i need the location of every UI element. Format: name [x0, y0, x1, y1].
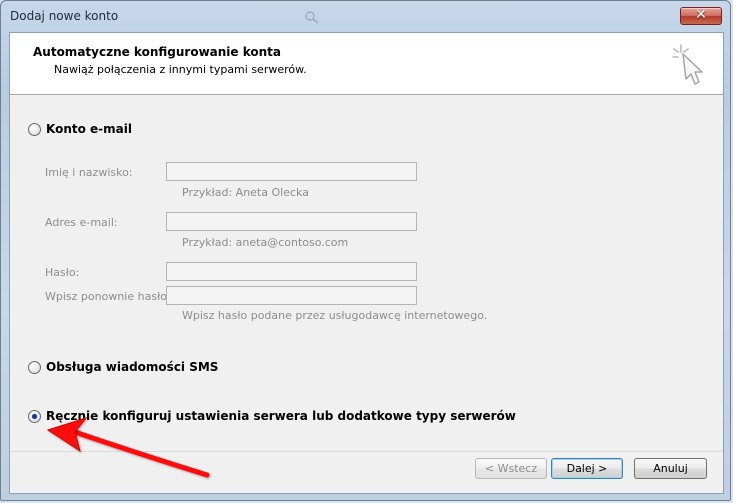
repeat-password-input[interactable]: [166, 286, 417, 305]
manual-configuration-label: Ręcznie konfiguruj ustawienia serwera lu…: [46, 409, 516, 423]
sms-option[interactable]: Obsługa wiadomości SMS: [28, 360, 218, 374]
title-bar: Dodaj nowe konto ✕: [1, 1, 730, 31]
dialog-content: Automatyczne konfigurowanie konta Nawiąż…: [9, 32, 724, 494]
back-button[interactable]: < Wstecz: [475, 458, 547, 479]
close-button[interactable]: ✕: [680, 7, 722, 25]
cancel-button[interactable]: Anuluj: [634, 458, 707, 479]
manual-configuration-option[interactable]: Ręcznie konfiguruj ustawienia serwera lu…: [28, 409, 516, 423]
name-hint: Przykład: Aneta Olecka: [182, 186, 309, 199]
window-title: Dodaj nowe konto: [10, 9, 119, 23]
name-label: Imię i nazwisko:: [45, 166, 133, 179]
password-label: Hasło:: [45, 266, 80, 279]
wizard-header: Automatyczne konfigurowanie konta Nawiąż…: [10, 33, 723, 95]
name-input[interactable]: [166, 162, 417, 181]
password-input[interactable]: [166, 262, 417, 281]
close-icon: ✕: [695, 7, 707, 23]
password-hint: Wpisz hasło podane przez usługodawcę int…: [182, 309, 488, 322]
email-account-radio[interactable]: [28, 122, 41, 136]
email-address-hint: Przykład: aneta@contoso.com: [182, 236, 349, 249]
page-title: Automatyczne konfigurowanie konta: [33, 45, 281, 59]
cursor-sparkle-icon: [671, 41, 707, 87]
email-address-label: Adres e-mail:: [45, 216, 118, 229]
sms-radio[interactable]: [28, 360, 41, 374]
page-subtitle: Nawiąż połączenia z innymi typami serwer…: [54, 63, 307, 76]
search-icon: [300, 9, 330, 25]
dialog-window: Dodaj nowe konto ✕ Automatyczne konfigur…: [0, 0, 731, 501]
next-button[interactable]: Dalej >: [551, 458, 623, 479]
manual-configuration-radio[interactable]: [28, 409, 41, 423]
sms-label: Obsługa wiadomości SMS: [46, 360, 219, 374]
email-address-input[interactable]: [166, 212, 417, 231]
email-account-label: Konto e-mail: [46, 122, 132, 136]
email-account-option[interactable]: Konto e-mail: [28, 122, 132, 136]
button-divider: [10, 451, 723, 452]
repeat-password-label: Wpisz ponownie hasło:: [45, 290, 171, 303]
